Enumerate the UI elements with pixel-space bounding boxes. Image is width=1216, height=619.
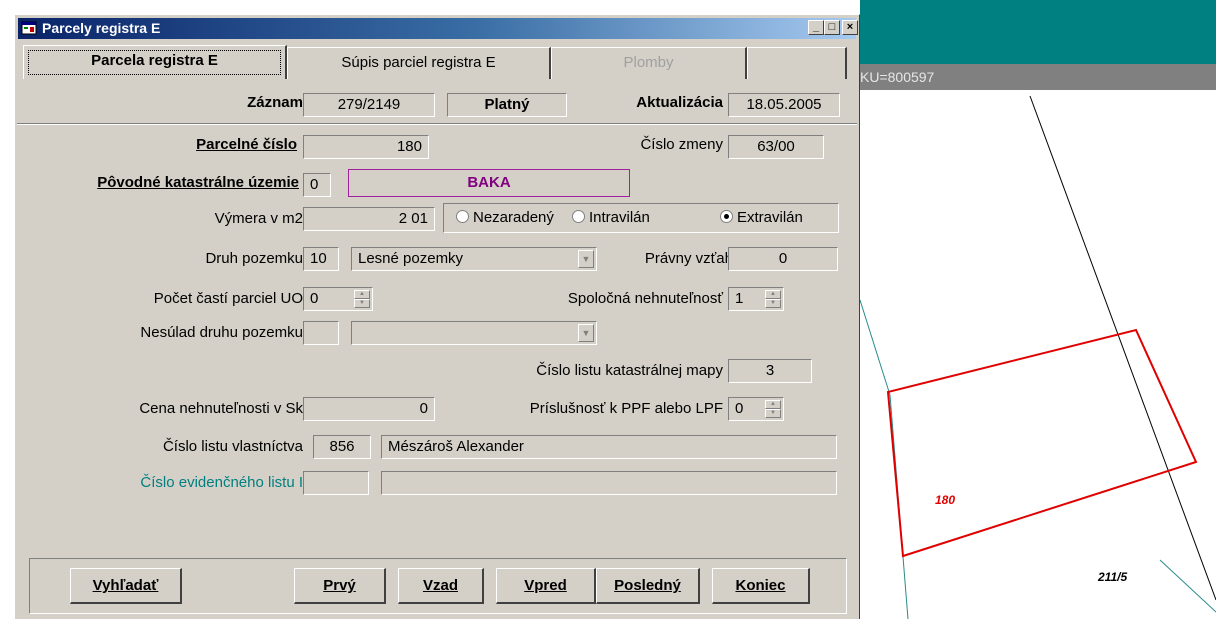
nesulad-select[interactable]: ▼ xyxy=(351,321,597,345)
druh-pozemku-select[interactable]: Lesné pozemky ▼ xyxy=(351,247,597,271)
radio-circle-icon xyxy=(456,210,469,223)
cislo-zmeny-field: 63/00 xyxy=(728,135,824,159)
parcely-window: Parcely registra E _ □ × Parcela registr… xyxy=(14,14,860,619)
radio-nezaradeny[interactable]: Nezaradený xyxy=(456,209,554,227)
nesulad-label: Nesúlad druhu pozemku xyxy=(140,324,303,341)
povodne-ku-code-field[interactable]: 0 xyxy=(303,173,331,197)
tab-supis-parciel[interactable]: Súpis parciel registra E xyxy=(287,47,551,79)
lv-owner-field: Mészároš Alexander xyxy=(381,435,837,459)
spolocna-nehnutelnost-label: Spoločná nehnuteľnosť xyxy=(567,290,723,307)
cena-label: Cena nehnuteľnosti v Sk xyxy=(139,400,303,417)
druh-code-field[interactable]: 10 xyxy=(303,247,339,271)
minimize-icon[interactable]: _ xyxy=(808,20,824,35)
spolocna-nehnutelnost-stepper[interactable]: 1 ▲ ▼ xyxy=(728,287,784,311)
tab-plomby[interactable]: Plomby xyxy=(551,47,747,79)
window-title: Parcely registra E xyxy=(42,20,161,36)
povodne-ku-label: Pôvodné katastrálne územie xyxy=(97,174,299,191)
title-bar[interactable]: Parcely registra E _ □ × xyxy=(18,18,858,39)
vymera-field[interactable]: 2 01 xyxy=(303,207,435,231)
prislusnost-stepper[interactable]: 0 ▲ ▼ xyxy=(728,397,784,421)
aktualizacia-field: 18.05.2005 xyxy=(728,93,840,117)
radio-intravilan[interactable]: Intravilán xyxy=(572,209,650,227)
vzad-button[interactable]: Vzad xyxy=(398,568,484,604)
tab-parcela-registra-e[interactable]: Parcela registra E xyxy=(23,45,287,79)
tab-empty xyxy=(747,47,847,79)
cadastral-map-drawing: 180 211/5 xyxy=(860,95,1216,619)
chevron-up-icon[interactable]: ▲ xyxy=(765,290,781,299)
nesulad-code-field[interactable] xyxy=(303,321,339,345)
cislo-listu-mapy-field: 3 xyxy=(728,359,812,383)
parcelne-cislo-field[interactable]: 180 xyxy=(303,135,429,159)
posledny-button[interactable]: Posledný xyxy=(596,568,700,604)
druh-pozemku-label: Druh pozemku xyxy=(205,250,303,267)
pocet-casti-stepper[interactable]: 0 ▲ ▼ xyxy=(303,287,373,311)
radio-selected-icon xyxy=(720,210,733,223)
lv-label: Číslo listu vlastníctva xyxy=(162,438,303,455)
povodne-ku-name-field: BAKA xyxy=(348,169,630,197)
evidencny-list-label: Číslo evidenčného listu I xyxy=(140,474,303,491)
pravny-vztah-label: Právny vzťah xyxy=(644,250,733,267)
zaznam-label: Záznam xyxy=(247,94,303,111)
chevron-down-icon[interactable]: ▼ xyxy=(354,299,370,308)
vpred-button[interactable]: Vpred xyxy=(496,568,596,604)
map-boundary-line xyxy=(1029,95,1216,601)
prislusnost-label: Príslušnosť k PPF alebo LPF xyxy=(529,400,723,417)
zaznam-field: 279/2149 xyxy=(303,93,435,117)
prvy-button[interactable]: Prvý xyxy=(294,568,386,604)
chevron-down-icon[interactable]: ▼ xyxy=(765,409,781,418)
pocet-casti-label: Počet častí parciel UO xyxy=(153,290,303,307)
close-icon[interactable]: × xyxy=(842,20,858,35)
chevron-down-icon[interactable]: ▼ xyxy=(578,250,594,268)
spin-buttons[interactable]: ▲ ▼ xyxy=(354,290,370,308)
spin-buttons[interactable]: ▲ ▼ xyxy=(765,400,781,418)
chevron-up-icon[interactable]: ▲ xyxy=(765,400,781,409)
chevron-up-icon[interactable]: ▲ xyxy=(354,290,370,299)
cena-field[interactable]: 0 xyxy=(303,397,435,421)
vymera-label: Výmera v m2 xyxy=(214,210,303,227)
chevron-down-icon[interactable]: ▼ xyxy=(765,299,781,308)
lv-number-field[interactable]: 856 xyxy=(313,435,371,459)
map-boundary-line-teal-3 xyxy=(1159,559,1216,613)
map-boundary-line-teal xyxy=(860,299,891,396)
radio-circle-icon xyxy=(572,210,585,223)
map-view[interactable]: KU=800597 180 211/5 xyxy=(860,0,1216,619)
pravny-vztah-field: 0 xyxy=(728,247,838,271)
maximize-icon[interactable]: □ xyxy=(824,20,840,35)
parcel-211-5-label: 211/5 xyxy=(1097,570,1127,584)
evidencny-name-field xyxy=(381,471,837,495)
cislo-listu-mapy-label: Číslo listu katastrálnej mapy xyxy=(536,362,723,379)
cislo-zmeny-label: Číslo zmeny xyxy=(640,136,723,153)
aktualizacia-label: Aktualizácia xyxy=(636,94,723,111)
radio-extravilan[interactable]: Extravilán xyxy=(720,209,803,227)
tab-label: Súpis parciel registra E xyxy=(341,54,496,71)
intravilan-radio-group: Nezaradený Intravilán Extravilán xyxy=(443,203,839,233)
evidencny-number-field[interactable] xyxy=(303,471,369,495)
tab-label: Plomby xyxy=(623,54,674,71)
spin-buttons[interactable]: ▲ ▼ xyxy=(765,290,781,308)
druh-pozemku-value: Lesné pozemky xyxy=(358,250,464,267)
parcel-180-label: 180 xyxy=(935,493,955,507)
app-icon xyxy=(21,21,37,35)
parcelne-cislo-label: Parcelné číslo xyxy=(196,136,297,153)
status-badge: Platný xyxy=(447,93,567,117)
navigation-button-panel: Vyhľadať Prvý Vzad Vpred Posledný Koniec xyxy=(29,558,847,614)
koniec-button[interactable]: Koniec xyxy=(712,568,810,604)
vyhladat-button[interactable]: Vyhľadať xyxy=(70,568,182,604)
chevron-down-icon[interactable]: ▼ xyxy=(578,324,594,342)
header-separator xyxy=(17,123,857,125)
parcel-180-outline xyxy=(886,328,1198,558)
